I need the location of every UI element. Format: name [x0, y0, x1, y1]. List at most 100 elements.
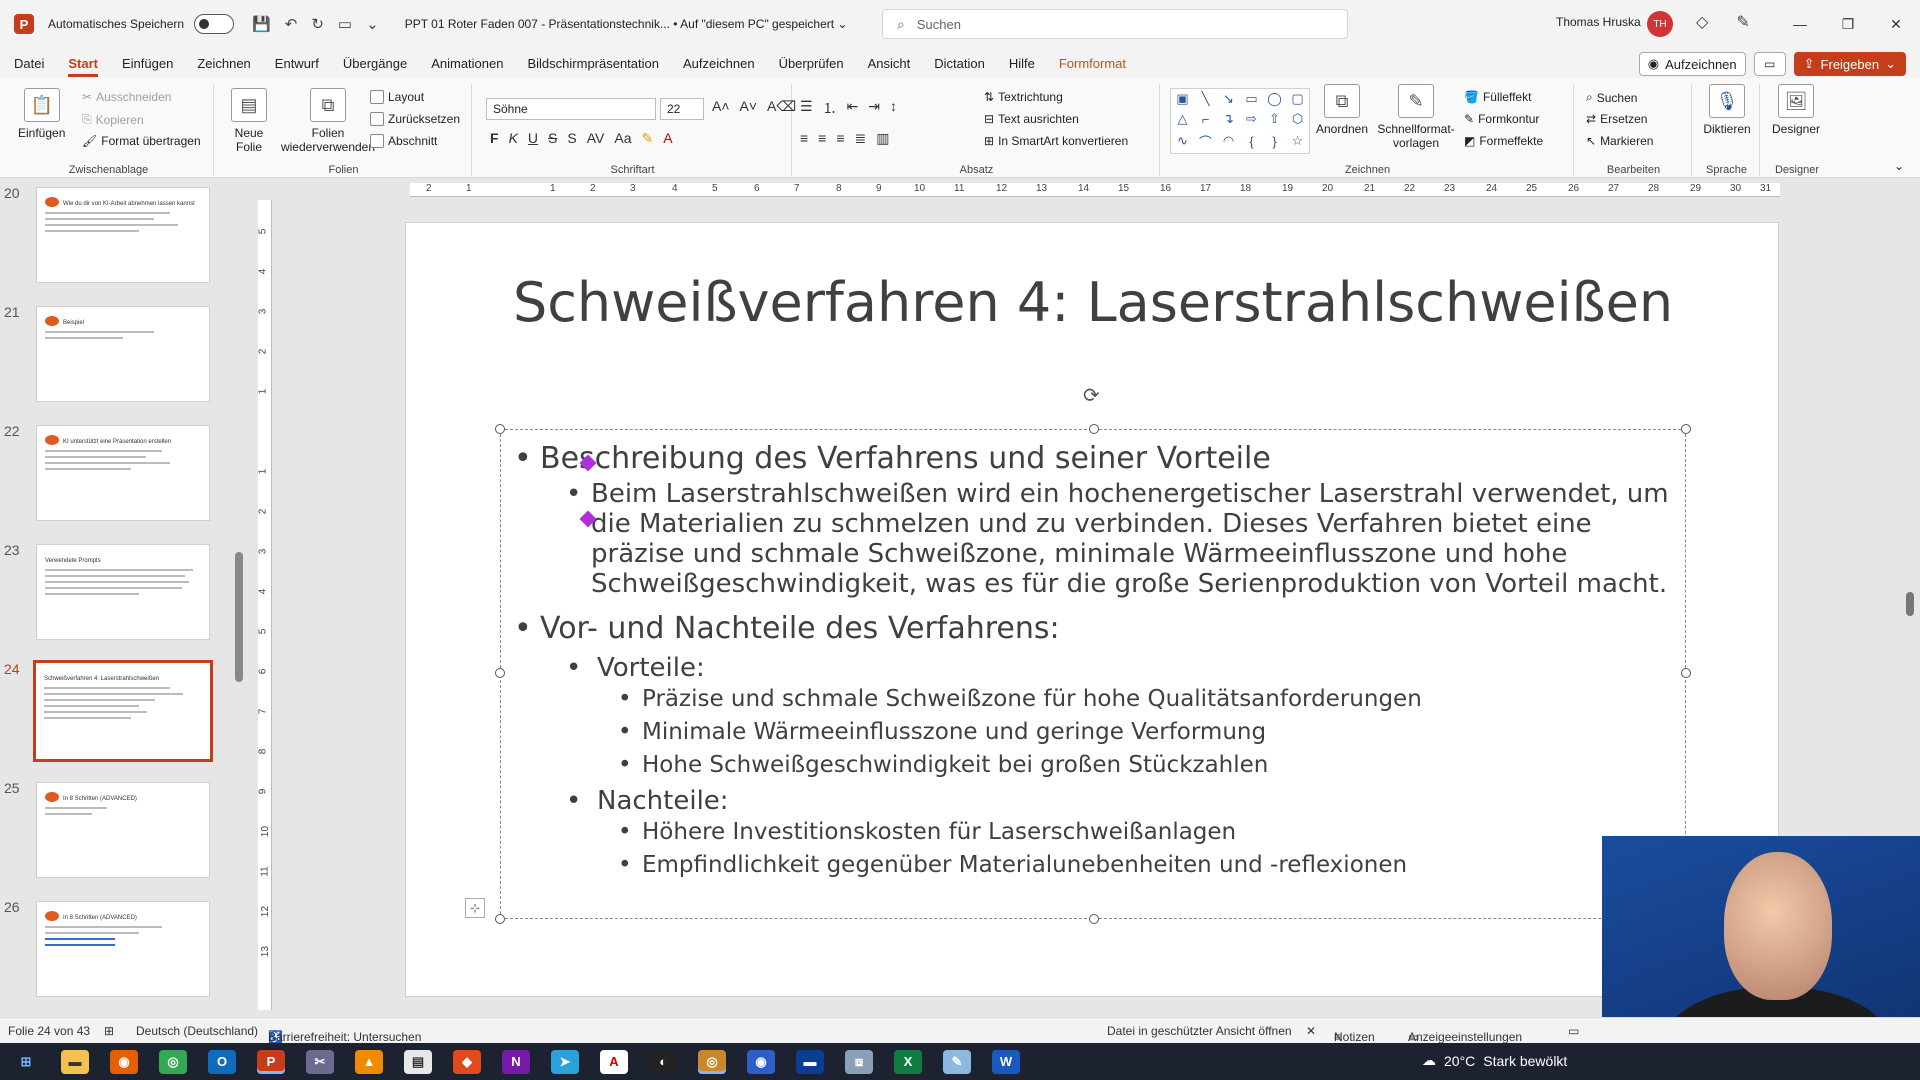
thumbnail-item[interactable]: 25 In 8 Schritten (ADVANCED) — [0, 774, 210, 878]
copy-button[interactable]: ⎘ Kopieren — [82, 112, 144, 127]
resize-handle[interactable] — [1681, 424, 1691, 434]
right-arrow-shape-icon[interactable]: ⇨ — [1246, 111, 1257, 127]
thumbnails-scrollbar[interactable] — [235, 182, 243, 1012]
shape-effects-button[interactable]: ◩ Formeffekte — [1464, 134, 1543, 148]
tab-bildschirmpraesentation[interactable]: Bildschirmpräsentation — [527, 50, 659, 77]
close-icon[interactable]: ✕ — [1306, 1024, 1316, 1038]
recording-app-icon[interactable]: ◎ — [698, 1049, 726, 1074]
autosave-toggle[interactable] — [194, 14, 235, 34]
thumbnail-preview[interactable]: Schweißverfahren 4: Laserstrahlschweißen — [33, 660, 213, 762]
avatar[interactable]: TH — [1647, 11, 1673, 37]
windows-start-icon[interactable]: ⊞ — [12, 1050, 40, 1074]
tab-start[interactable]: Start — [68, 50, 98, 77]
user-name[interactable]: Thomas Hruska — [1556, 15, 1641, 29]
numbering-icon[interactable]: ⒈ — [823, 98, 837, 118]
obs-icon[interactable]: ◐ — [649, 1049, 677, 1074]
thumbnail-preview[interactable]: Verwendete Prompts — [36, 544, 210, 640]
rounded-rect-shape-icon[interactable]: ▢ — [1291, 91, 1303, 107]
close-icon[interactable]: ✕ — [1872, 0, 1920, 48]
document-title[interactable]: PPT 01 Roter Faden 007 - Präsentationste… — [405, 17, 848, 31]
increase-indent-icon[interactable]: ⇥ — [868, 98, 880, 118]
brace-right-shape-icon[interactable]: } — [1272, 134, 1276, 149]
slide-content[interactable]: Beschreibung des Verfahrens und seiner V… — [514, 433, 1674, 882]
dictate-button[interactable]: 🎙 Diktieren — [1700, 84, 1754, 136]
comments-button[interactable]: ▭ — [1753, 52, 1786, 76]
font-size-dropdown[interactable]: 22 — [660, 98, 704, 120]
find-button[interactable]: ⌕ Suchen — [1586, 90, 1637, 105]
chrome-icon[interactable]: ◎ — [159, 1049, 187, 1074]
telegram-icon[interactable]: ➤ — [551, 1049, 579, 1074]
resize-handle[interactable] — [495, 914, 505, 924]
onenote-icon[interactable]: N — [502, 1049, 530, 1074]
elbow-shape-icon[interactable]: ↴ — [1223, 111, 1234, 127]
language-label[interactable]: Deutsch (Deutschland) — [136, 1024, 258, 1038]
tab-aufzeichnen[interactable]: Aufzeichnen — [683, 50, 755, 77]
bold-button[interactable]: F — [490, 130, 499, 147]
firefox-icon[interactable]: ◉ — [110, 1049, 138, 1074]
terminal-icon[interactable]: ▬ — [796, 1049, 824, 1074]
text-direction-button[interactable]: ⇅ Textrichtung — [984, 90, 1063, 104]
redo-icon[interactable]: ↻ — [311, 15, 324, 33]
slide-title[interactable]: Schweißverfahren 4: Laserstrahlschweißen — [406, 271, 1780, 334]
freeform-shape-icon[interactable]: ∿ — [1177, 133, 1188, 149]
tab-ansicht[interactable]: Ansicht — [868, 50, 911, 77]
change-case-icon[interactable]: Aa — [614, 130, 631, 147]
word-icon[interactable]: W — [992, 1049, 1020, 1074]
textbox-shape-icon[interactable]: ▣ — [1176, 91, 1188, 107]
customize-qat-icon[interactable]: ⌄ — [366, 15, 379, 33]
highlight-icon[interactable]: ✎ — [641, 130, 653, 147]
rectangle-shape-icon[interactable]: ▭ — [1245, 91, 1257, 107]
tab-ueberpruefen[interactable]: Überprüfen — [779, 50, 844, 77]
protected-view-label[interactable]: Datei in geschützter Ansicht öffnen — [1107, 1024, 1292, 1038]
font-name-dropdown[interactable]: Söhne — [486, 98, 656, 120]
tab-datei[interactable]: Datei — [14, 50, 44, 77]
quick-styles-button[interactable]: ✎ Schnellformat-vorlagen — [1374, 84, 1458, 150]
italic-button[interactable]: K — [509, 130, 518, 147]
collapse-ribbon-icon[interactable]: ⌄ — [1894, 159, 1904, 173]
layout-button[interactable]: Layout — [370, 90, 424, 104]
connector-shape-icon[interactable]: ⌐ — [1202, 112, 1210, 127]
minimize-icon[interactable]: — — [1776, 0, 1824, 48]
curve-shape-icon[interactable]: ⌒ — [1199, 132, 1212, 151]
hexagon-shape-icon[interactable]: ⬡ — [1292, 111, 1303, 127]
line-spacing-icon[interactable]: ↕ — [890, 98, 897, 118]
search-input[interactable]: ⌕ Suchen — [882, 9, 1348, 39]
scrollbar-knob[interactable] — [1906, 592, 1914, 616]
thumbnail-item[interactable]: 22 KI unterstützt eine Präsentation erst… — [0, 417, 210, 521]
thumbnail-preview[interactable]: Beispiel — [36, 306, 210, 402]
tab-dictation[interactable]: Dictation — [934, 50, 985, 77]
snipping-tool-icon[interactable]: ✂ — [306, 1049, 334, 1074]
align-right-icon[interactable]: ≡ — [836, 130, 844, 147]
shape-fill-button[interactable]: 🪣 Fülleffekt — [1464, 90, 1531, 104]
notes-app-icon[interactable]: ✎ — [943, 1049, 971, 1074]
up-arrow-shape-icon[interactable]: ⇧ — [1269, 111, 1280, 127]
arrange-button[interactable]: ⧉ Anordnen — [1314, 84, 1370, 136]
clear-format-icon[interactable]: A⌫ — [767, 98, 796, 115]
align-center-icon[interactable]: ≡ — [818, 130, 826, 147]
shape-outline-button[interactable]: ✎ Formkontur — [1464, 112, 1539, 126]
justify-icon[interactable]: ≣ — [855, 130, 867, 147]
thumbnail-item-active[interactable]: 24 Schweißverfahren 4: Laserstrahlschwei… — [0, 655, 213, 762]
file-explorer-icon[interactable]: ▬ — [61, 1049, 89, 1074]
star-shape-icon[interactable]: ☆ — [1292, 133, 1304, 149]
excel-icon[interactable]: X — [894, 1049, 922, 1074]
align-text-button[interactable]: ⊟ Text ausrichten — [984, 112, 1079, 126]
strikethrough-button[interactable]: S — [548, 130, 557, 147]
cut-button[interactable]: ✂ Ausschneiden — [82, 90, 171, 104]
select-button[interactable]: ↖ Markieren — [1586, 134, 1653, 148]
layout-options-icon[interactable]: ⊹ — [465, 898, 485, 918]
pen-icon[interactable]: ✎ — [1736, 12, 1749, 32]
vlc-icon[interactable]: ▲ — [355, 1049, 383, 1074]
smartart-button[interactable]: ⊞ In SmartArt konvertieren — [984, 134, 1128, 148]
tab-einfuegen[interactable]: Einfügen — [122, 50, 173, 77]
spellcheck-icon[interactable]: ⊞ — [104, 1024, 114, 1038]
outlook-icon[interactable]: O — [208, 1049, 236, 1074]
scrollbar-knob[interactable] — [235, 552, 243, 682]
undo-icon[interactable]: ↶ — [285, 15, 298, 33]
save-icon[interactable]: 💾 — [252, 15, 271, 33]
line-shape-icon[interactable]: ╲ — [1202, 91, 1210, 107]
grow-font-icon[interactable]: A˄ — [712, 98, 730, 115]
new-slide-button[interactable]: ▤ Neue Folie — [224, 88, 274, 154]
char-spacing-icon[interactable]: AV — [587, 130, 605, 147]
restore-icon[interactable]: ❐ — [1824, 0, 1872, 48]
